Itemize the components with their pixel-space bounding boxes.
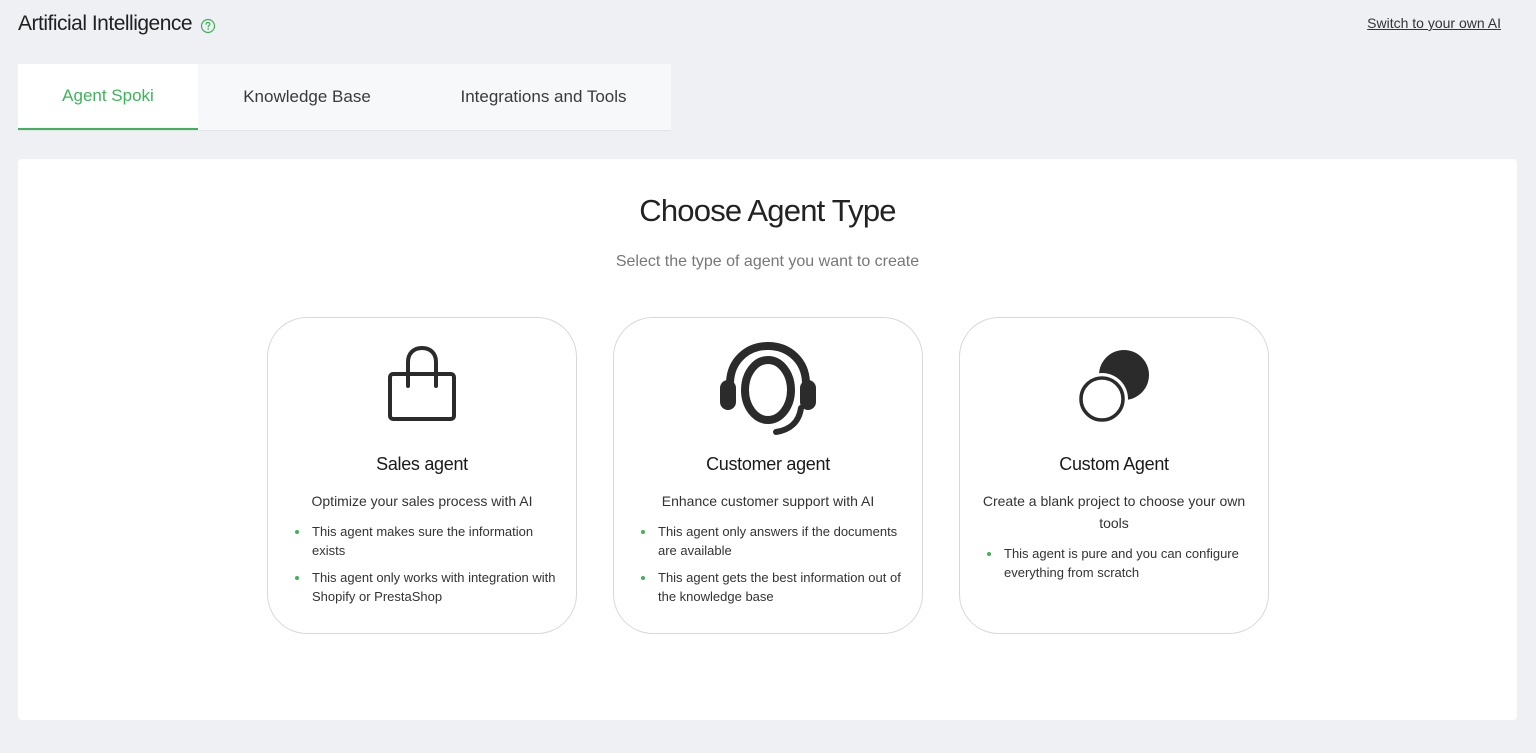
card-bullet-list: This agent only answers if the documents… — [641, 522, 904, 614]
card-bullet: This agent only works with integration w… — [295, 568, 558, 606]
shopping-bag-icon — [387, 345, 457, 431]
page-title-text: Artificial Intelligence — [18, 12, 193, 35]
card-bullet: This agent gets the best information out… — [641, 568, 904, 606]
card-description: Create a blank project to choose your ow… — [982, 493, 1246, 531]
headset-icon — [713, 336, 823, 447]
agent-type-panel: Choose Agent Type Select the type of age… — [18, 159, 1517, 720]
card-bullet-list: This agent makes sure the information ex… — [295, 522, 558, 614]
panel-title: Choose Agent Type — [639, 193, 896, 228]
panel-subtitle: Select the type of agent you want to cre… — [615, 253, 920, 270]
card-title: Sales agent — [376, 454, 468, 474]
card-description: Enhance customer support with AI — [661, 493, 875, 509]
switch-to-own-ai-link[interactable]: Switch to your own AI — [1367, 15, 1501, 31]
page-header: Artificial Intelligence Switch to your o… — [0, 0, 1536, 52]
card-description: Optimize your sales process with AI — [311, 493, 533, 509]
card-bullet: This agent makes sure the information ex… — [295, 522, 558, 560]
card-bullet: This agent only answers if the documents… — [641, 522, 904, 560]
tab-knowledge-base[interactable]: Knowledge Base — [198, 64, 416, 130]
tab-integrations-and-tools[interactable]: Integrations and Tools — [416, 64, 671, 130]
custom-agent-card[interactable]: Custom Agent Create a blank project to c… — [959, 317, 1269, 634]
tab-bar: Agent Spoki Knowledge Base Integrations … — [18, 64, 671, 131]
card-bullet-list: This agent is pure and you can configure… — [987, 544, 1250, 590]
customer-agent-card[interactable]: Customer agent Enhance customer support … — [613, 317, 923, 634]
help-icon[interactable] — [200, 16, 216, 34]
card-title: Custom Agent — [1059, 454, 1169, 474]
page-title: Artificial Intelligence — [18, 12, 216, 36]
circles-icon — [1073, 348, 1155, 433]
tab-agent-spoki[interactable]: Agent Spoki — [18, 64, 198, 130]
card-bullet: This agent is pure and you can configure… — [987, 544, 1250, 582]
sales-agent-card[interactable]: Sales agent Optimize your sales process … — [267, 317, 577, 634]
card-title: Customer agent — [706, 454, 830, 474]
